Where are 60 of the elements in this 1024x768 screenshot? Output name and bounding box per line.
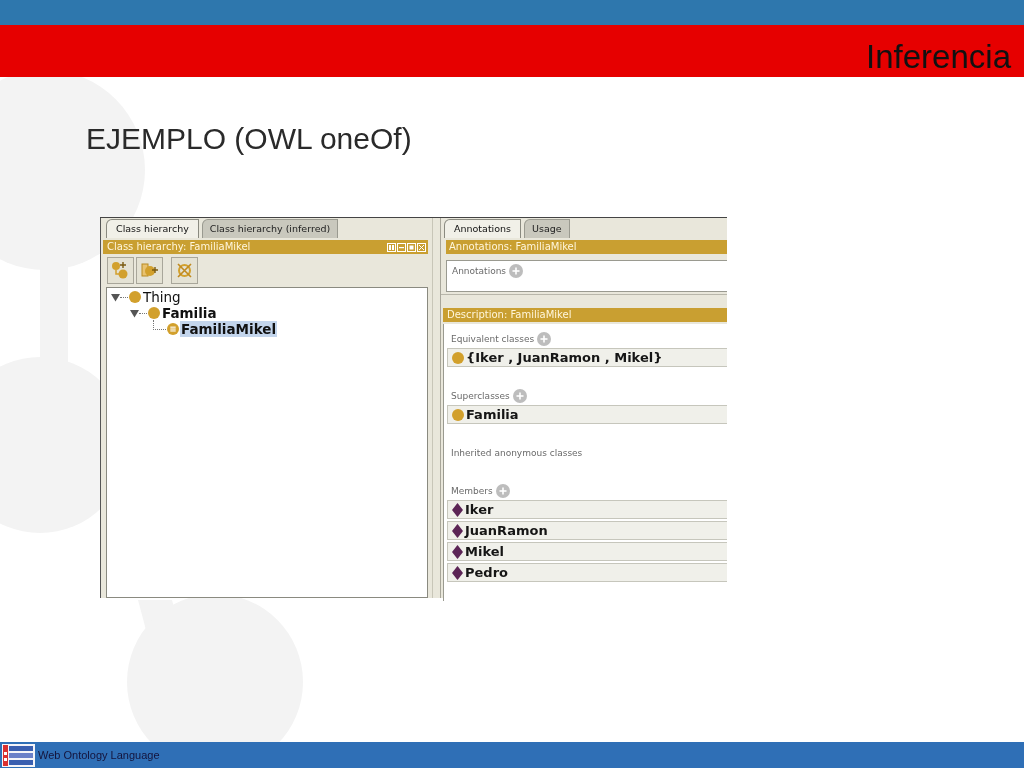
tree-item[interactable]: Familia: [161, 305, 218, 321]
individual-icon: [452, 523, 463, 538]
view-title: Description: FamiliaMikel: [447, 308, 572, 322]
individual-name: Pedro: [465, 564, 508, 581]
add-sibling-button[interactable]: [136, 256, 163, 284]
view-title: Class hierarchy: FamiliaMikel: [107, 240, 251, 254]
add-icon[interactable]: [495, 483, 510, 498]
add-icon[interactable]: [509, 264, 524, 278]
individual-name: Iker: [465, 501, 494, 518]
add-subclass-button[interactable]: [107, 256, 134, 284]
slide-title: EJEMPLO (OWL oneOf): [86, 121, 412, 157]
slide-header-title: Inferencia: [866, 37, 1011, 77]
individual-row[interactable]: JuanRamon: [447, 521, 727, 540]
class-icon: [148, 307, 160, 319]
view-title: Annotations: FamiliaMikel: [449, 240, 577, 254]
tree-connector-line: [120, 296, 128, 298]
individual-row[interactable]: Mikel: [447, 542, 727, 561]
section-label: Members: [451, 484, 493, 498]
add-sibling-icon: [140, 260, 159, 280]
class-row[interactable]: Familia: [447, 405, 727, 424]
section-label: Annotations: [452, 265, 507, 278]
add-icon[interactable]: [537, 331, 552, 346]
defined-class-icon: [167, 323, 179, 335]
footer-text: Web Ontology Language: [38, 747, 160, 763]
panel-splitter[interactable]: [428, 218, 441, 598]
tree-connector-line: [139, 312, 147, 314]
tab[interactable]: Class hierarchy (inferred): [201, 219, 339, 238]
delete-class-button[interactable]: [171, 256, 198, 284]
individual-icon: [452, 565, 463, 580]
class-name: {Iker , JuanRamon , Mikel}: [466, 349, 663, 366]
add-subclass-icon: [111, 260, 130, 280]
delete-class-icon: [175, 260, 194, 280]
expanded-triangle-icon[interactable]: [111, 292, 120, 302]
add-icon[interactable]: [512, 388, 527, 403]
class-name: Familia: [466, 406, 519, 423]
close-view-icon[interactable]: [417, 242, 426, 252]
individual-icon: [452, 544, 463, 559]
tab[interactable]: Class hierarchy: [106, 219, 199, 238]
split-view-icon[interactable]: [387, 242, 396, 252]
class-icon: [129, 291, 141, 303]
class-icon: [452, 351, 464, 364]
tree-connector-line: [153, 319, 166, 330]
individual-row[interactable]: Iker: [447, 500, 727, 519]
tab[interactable]: Annotations: [444, 219, 522, 238]
tree-item[interactable]: FamiliaMikel: [180, 321, 278, 337]
logo-icon: [2, 743, 35, 767]
minimize-view-icon[interactable]: [397, 242, 406, 252]
section-label: Superclasses: [451, 389, 510, 403]
expanded-triangle-icon[interactable]: [130, 308, 139, 318]
section-label: Inherited anonymous classes: [451, 446, 583, 460]
section-label: Equivalent classes: [451, 332, 535, 346]
class-icon: [452, 408, 464, 421]
maximize-view-icon[interactable]: [407, 242, 416, 252]
class-row[interactable]: {Iker , JuanRamon , Mikel}: [447, 348, 727, 367]
tab[interactable]: Usage: [524, 219, 570, 238]
individual-icon: [452, 502, 463, 517]
individual-name: JuanRamon: [465, 522, 548, 539]
individual-name: Mikel: [465, 543, 504, 560]
tree-item[interactable]: Thing: [142, 289, 182, 305]
individual-row[interactable]: Pedro: [447, 563, 727, 582]
